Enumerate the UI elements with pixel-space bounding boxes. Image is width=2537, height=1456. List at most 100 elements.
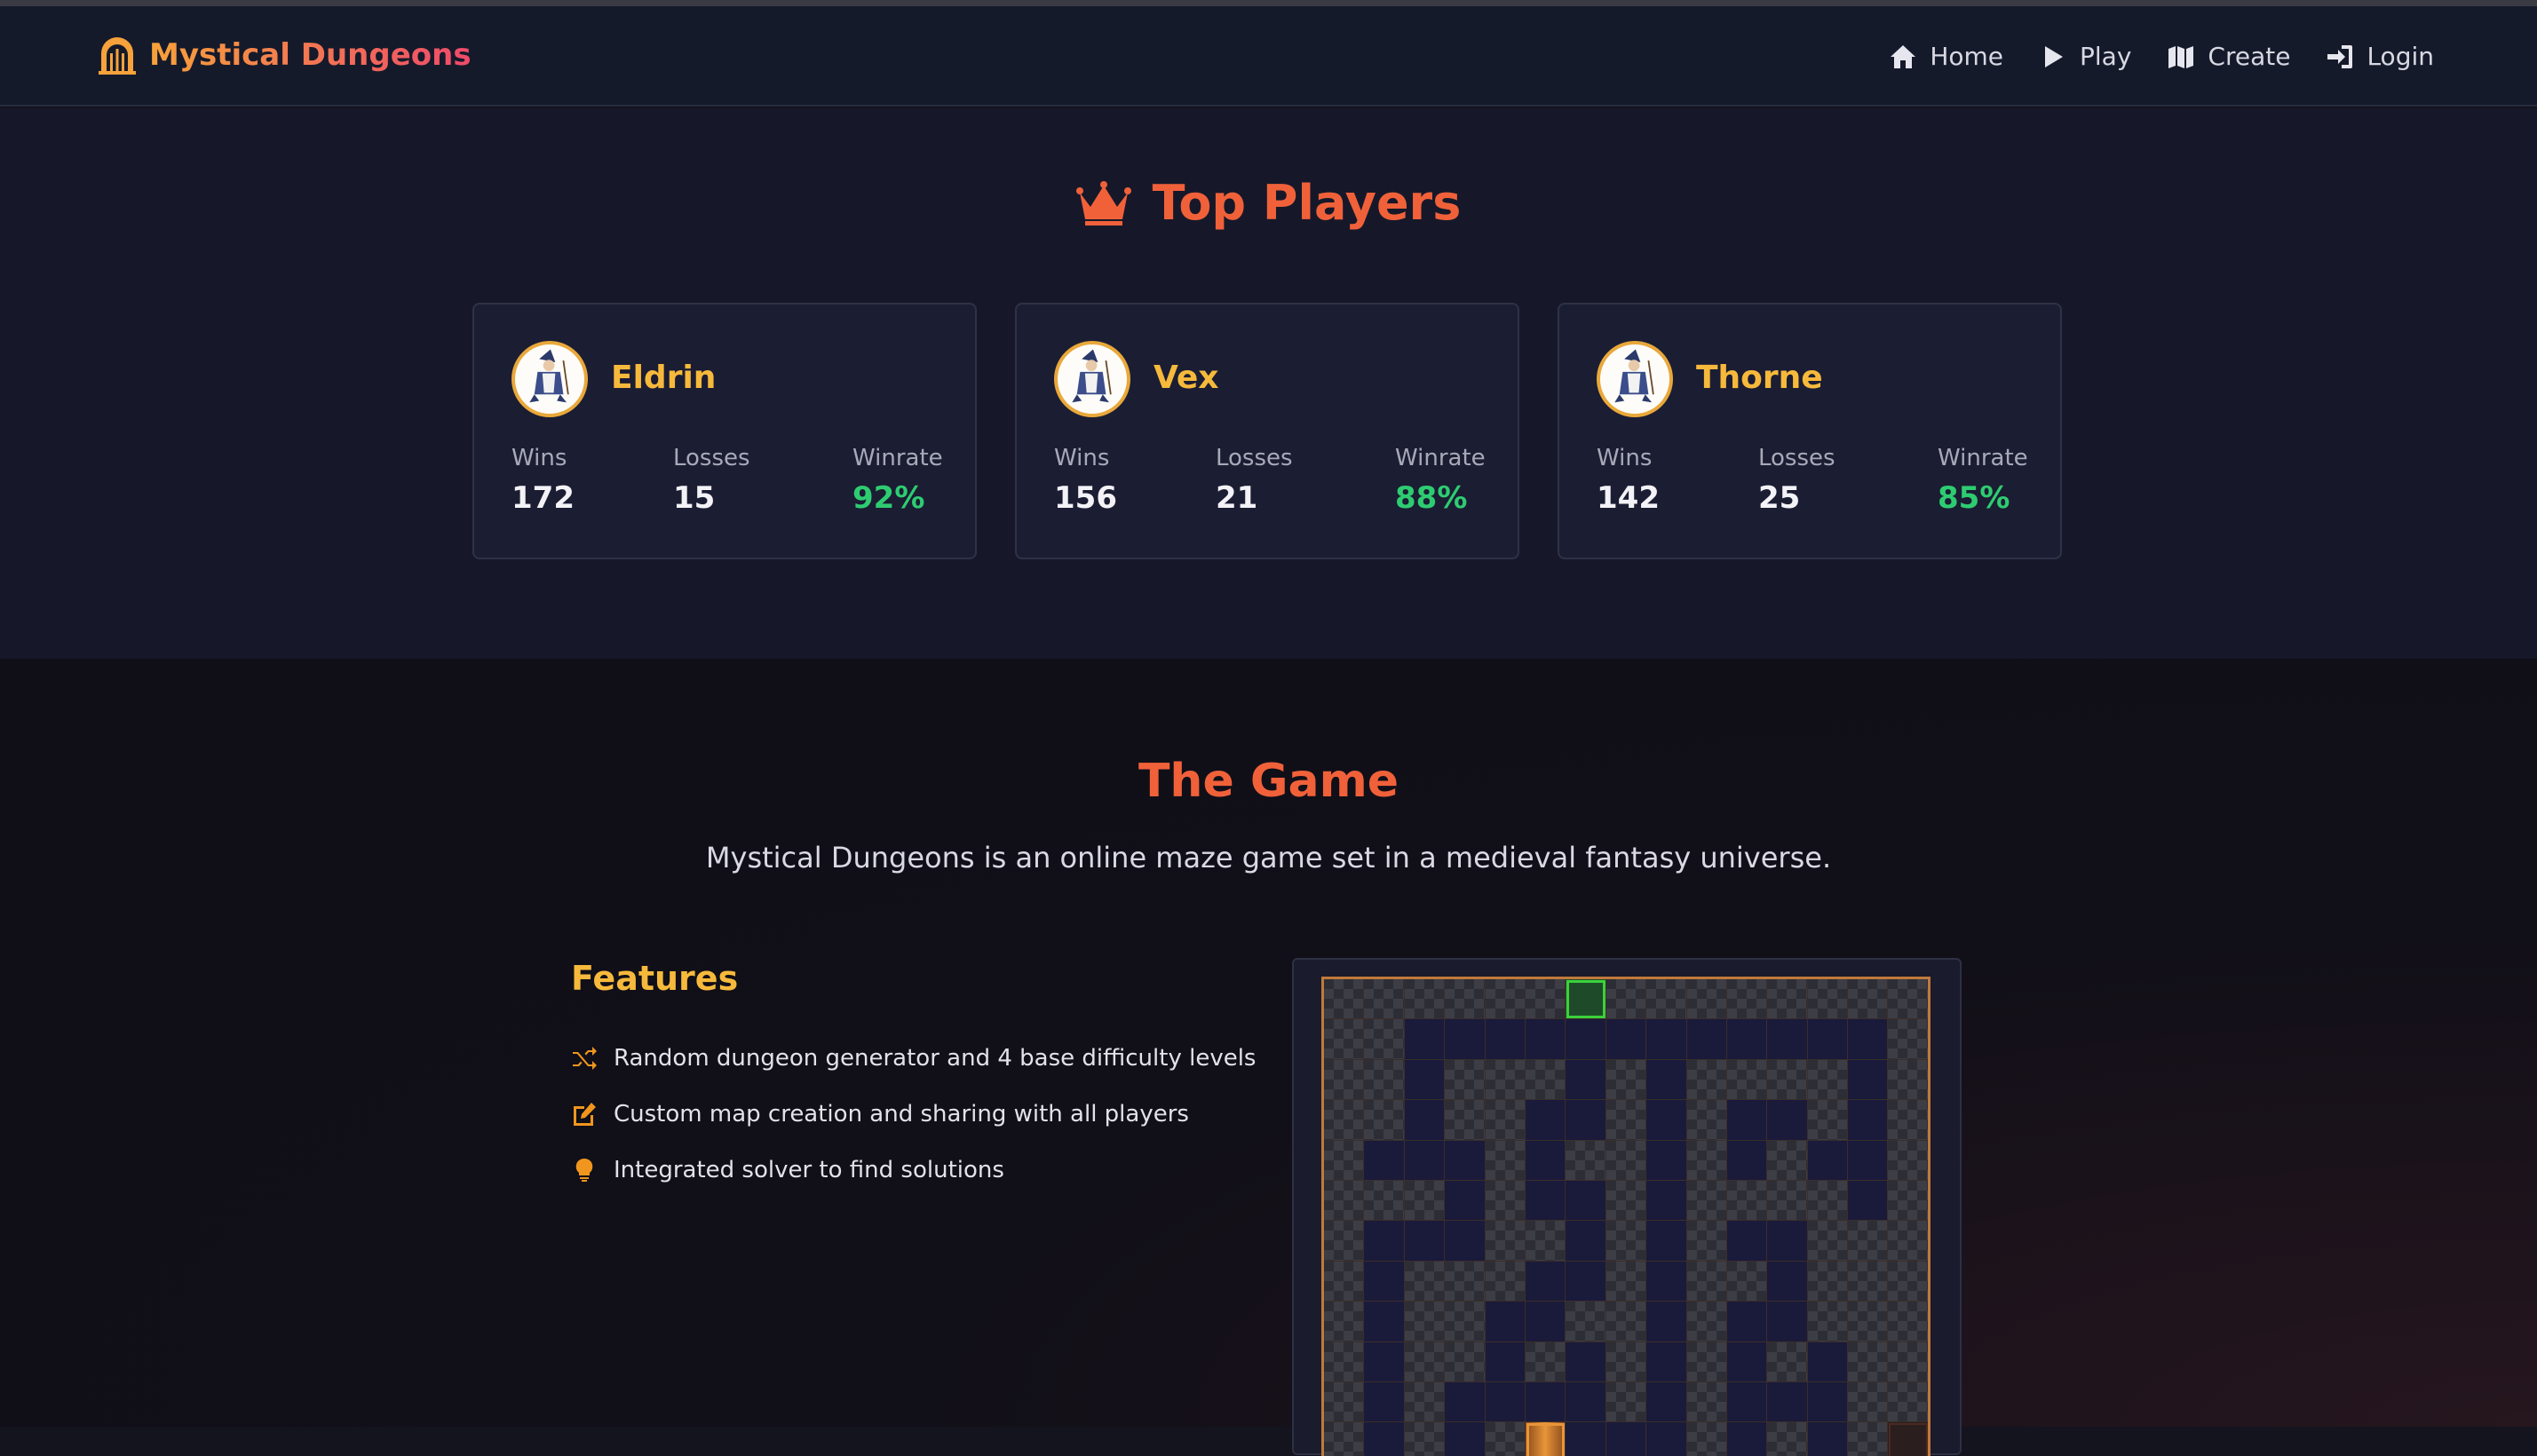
maze-path xyxy=(1566,1381,1606,1423)
maze-wall xyxy=(1686,1341,1727,1382)
player-card[interactable]: Thorne Wins 142 Losses 25 Winrate 85% xyxy=(1558,303,2062,559)
maze-wall xyxy=(1605,1381,1647,1423)
maze-path xyxy=(1646,1180,1687,1222)
maze-wall xyxy=(1324,1422,1365,1456)
maze-path xyxy=(1726,1302,1768,1342)
maze-path xyxy=(1445,1140,1486,1181)
maze-wall xyxy=(1888,1381,1928,1423)
player-name: Thorne xyxy=(1696,360,1823,396)
maze-path xyxy=(1767,1100,1808,1141)
maze-wall xyxy=(1485,1422,1526,1456)
avatar xyxy=(1054,341,1130,417)
maze-wall xyxy=(1485,1100,1526,1141)
maze-path xyxy=(1404,1221,1446,1262)
winrate-label: Winrate xyxy=(1395,445,1486,471)
maze-wall xyxy=(1525,1341,1566,1382)
maze-wall xyxy=(1605,1059,1647,1101)
maze-wall xyxy=(1807,979,1849,1020)
maze-wall xyxy=(1888,1140,1928,1181)
losses-stat: Losses 21 xyxy=(1216,445,1293,516)
maze-path xyxy=(1566,1341,1606,1382)
maze-wall xyxy=(1767,1180,1808,1222)
maze-path xyxy=(1525,1180,1566,1222)
maze-start-cell xyxy=(1566,979,1606,1020)
maze-wall xyxy=(1404,1180,1446,1222)
losses-value: 21 xyxy=(1216,480,1258,516)
player-card[interactable]: Eldrin Wins 172 Losses 15 Winrate 92% xyxy=(472,303,977,559)
maze-path xyxy=(1848,1100,1889,1141)
player-card[interactable]: Vex Wins 156 Losses 21 Winrate 88% xyxy=(1015,303,1519,559)
maze-wall xyxy=(1525,1059,1566,1101)
maze-wall xyxy=(1807,1100,1849,1141)
maze-path xyxy=(1525,1261,1566,1302)
maze-path xyxy=(1404,1140,1446,1181)
wizard-avatar-icon xyxy=(1614,349,1654,403)
maze-path xyxy=(1445,1422,1486,1456)
home-icon xyxy=(1891,44,1916,68)
top-players-section: Top Players Eldrin Wins 172 Losses 15 Wi… xyxy=(0,108,2537,659)
maze-wall xyxy=(1364,1059,1405,1101)
maze-path xyxy=(1566,1261,1606,1302)
maze-path xyxy=(1566,1059,1606,1101)
game-title: The Game xyxy=(1138,755,1399,808)
brand-logo[interactable]: Mystical Dungeons xyxy=(98,36,472,75)
maze-path xyxy=(1364,1302,1405,1342)
wins-value: 142 xyxy=(1597,480,1660,516)
maze-wall xyxy=(1404,979,1446,1020)
maze-path xyxy=(1485,1019,1526,1060)
maze-path xyxy=(1525,1100,1566,1141)
maze-wall xyxy=(1686,1261,1727,1302)
maze-path xyxy=(1767,1221,1808,1262)
maze-path xyxy=(1445,1381,1486,1423)
maze-wall xyxy=(1807,1261,1849,1302)
nav-create[interactable]: Create xyxy=(2167,42,2290,71)
avatar xyxy=(1597,341,1673,417)
maze-wall xyxy=(1726,1180,1768,1222)
maze-wall xyxy=(1726,979,1768,1020)
maze-path xyxy=(1646,1302,1687,1342)
maze-wall xyxy=(1888,1341,1928,1382)
maze-wall xyxy=(1767,979,1808,1020)
nav-login[interactable]: Login xyxy=(2326,42,2434,71)
play-icon xyxy=(2045,45,2063,67)
maze-path xyxy=(1364,1422,1405,1456)
maze-wall xyxy=(1404,1381,1446,1423)
winrate-stat: Winrate 92% xyxy=(852,445,943,516)
maze-wall xyxy=(1525,1221,1566,1262)
maze-wall xyxy=(1324,1140,1365,1181)
maze-wall xyxy=(1767,1140,1808,1181)
dungeon-gate-icon xyxy=(99,37,136,75)
maze-path xyxy=(1807,1341,1849,1382)
maze-wall xyxy=(1324,1059,1365,1101)
maze-wall xyxy=(1445,1261,1486,1302)
maze-wall xyxy=(1848,1221,1889,1262)
maze-path xyxy=(1566,1100,1606,1141)
maze-wall xyxy=(1605,979,1647,1020)
maze-path xyxy=(1525,1140,1566,1181)
maze-path xyxy=(1566,1422,1606,1456)
nav-create-label: Create xyxy=(2208,42,2291,71)
nav-home[interactable]: Home xyxy=(1889,42,2003,71)
maze-wall xyxy=(1525,979,1566,1020)
nav-play[interactable]: Play xyxy=(2039,42,2131,71)
maze-wall xyxy=(1445,1341,1486,1382)
maze-path xyxy=(1646,1381,1687,1423)
maze-wall xyxy=(1767,1422,1808,1456)
maze-path xyxy=(1726,1019,1768,1060)
maze-wall xyxy=(1324,1341,1365,1382)
maze-path xyxy=(1525,1381,1566,1423)
player-token xyxy=(1525,1422,1566,1456)
maze-wall xyxy=(1807,1221,1849,1262)
top-players-title: Top Players xyxy=(1152,175,1462,231)
maze-path xyxy=(1445,1221,1486,1262)
maze-wall xyxy=(1364,1100,1405,1141)
losses-label: Losses xyxy=(673,445,750,471)
losses-value: 25 xyxy=(1758,480,1801,516)
player-cards: Eldrin Wins 172 Losses 15 Winrate 92% Ve… xyxy=(472,303,2062,559)
wins-label: Wins xyxy=(1597,445,1653,471)
maze-wall xyxy=(1485,1221,1526,1262)
maze-path xyxy=(1848,1180,1889,1222)
maze-exit-cell xyxy=(1888,1422,1928,1456)
crown-icon xyxy=(1075,180,1131,226)
edit-icon xyxy=(574,1102,596,1126)
